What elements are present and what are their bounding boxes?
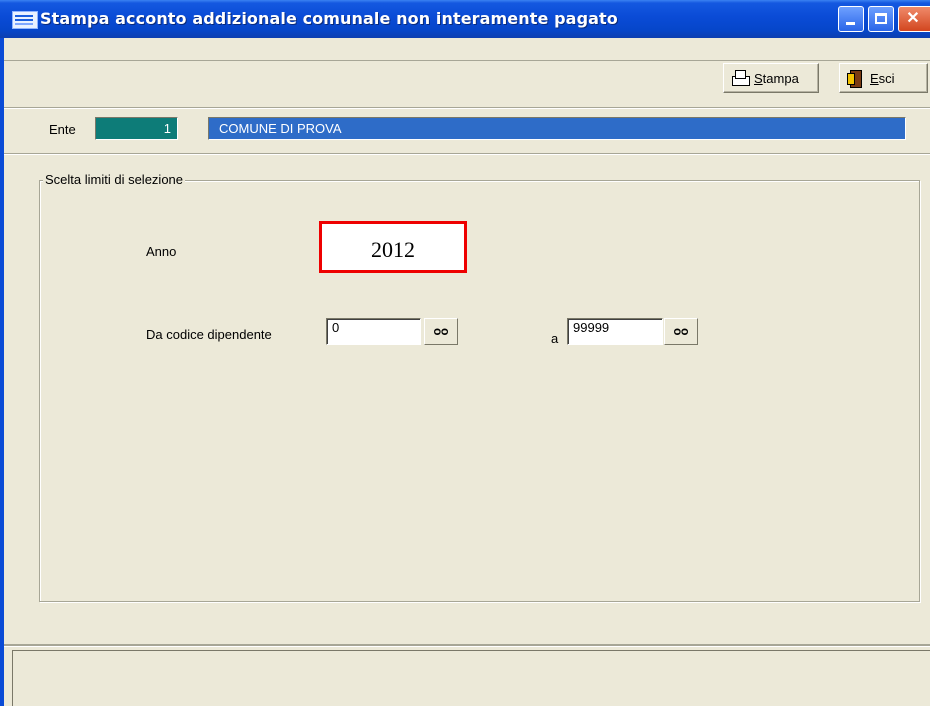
- groupbox-title: Scelta limiti di selezione: [43, 172, 186, 187]
- close-button[interactable]: [898, 6, 930, 32]
- minimize-button[interactable]: [838, 6, 864, 32]
- anno-value: 2012: [371, 237, 415, 262]
- window-title: Stampa acconto addizionale comunale non …: [40, 9, 618, 28]
- anno-label: Anno: [146, 244, 177, 259]
- stampa-button[interactable]: Stampa: [723, 63, 819, 93]
- da-codice-lookup-button[interactable]: ᴑᴑ: [424, 318, 458, 345]
- glasses-icon: ᴑᴑ: [433, 324, 449, 338]
- exit-door-icon: [846, 69, 866, 88]
- toolbar-divider: [4, 107, 930, 109]
- esci-label: Esci: [870, 70, 895, 86]
- a-codice-input[interactable]: 99999: [567, 318, 663, 345]
- status-panel: [12, 650, 930, 706]
- title-bar: Stampa acconto addizionale comunale non …: [0, 0, 930, 38]
- footer-divider: [4, 644, 930, 647]
- a-codice-lookup-button[interactable]: ᴑᴑ: [664, 318, 698, 345]
- maximize-button[interactable]: [868, 6, 894, 32]
- ente-label: Ente: [49, 122, 76, 137]
- ente-name-field: COMUNE DI PROVA: [208, 117, 906, 140]
- app-icon[interactable]: [12, 11, 38, 29]
- ente-code-field[interactable]: 1: [95, 117, 178, 140]
- header-divider: [4, 153, 930, 155]
- da-codice-label: Da codice dipendente: [146, 327, 272, 342]
- glasses-icon: ᴑᴑ: [673, 324, 689, 338]
- esci-button[interactable]: Esci: [839, 63, 928, 93]
- da-codice-input[interactable]: 0: [326, 318, 421, 345]
- window-frame-left: [0, 38, 4, 706]
- a-codice-label: a: [551, 331, 559, 346]
- stampa-label: Stampa: [754, 70, 799, 86]
- printer-icon: [730, 69, 750, 87]
